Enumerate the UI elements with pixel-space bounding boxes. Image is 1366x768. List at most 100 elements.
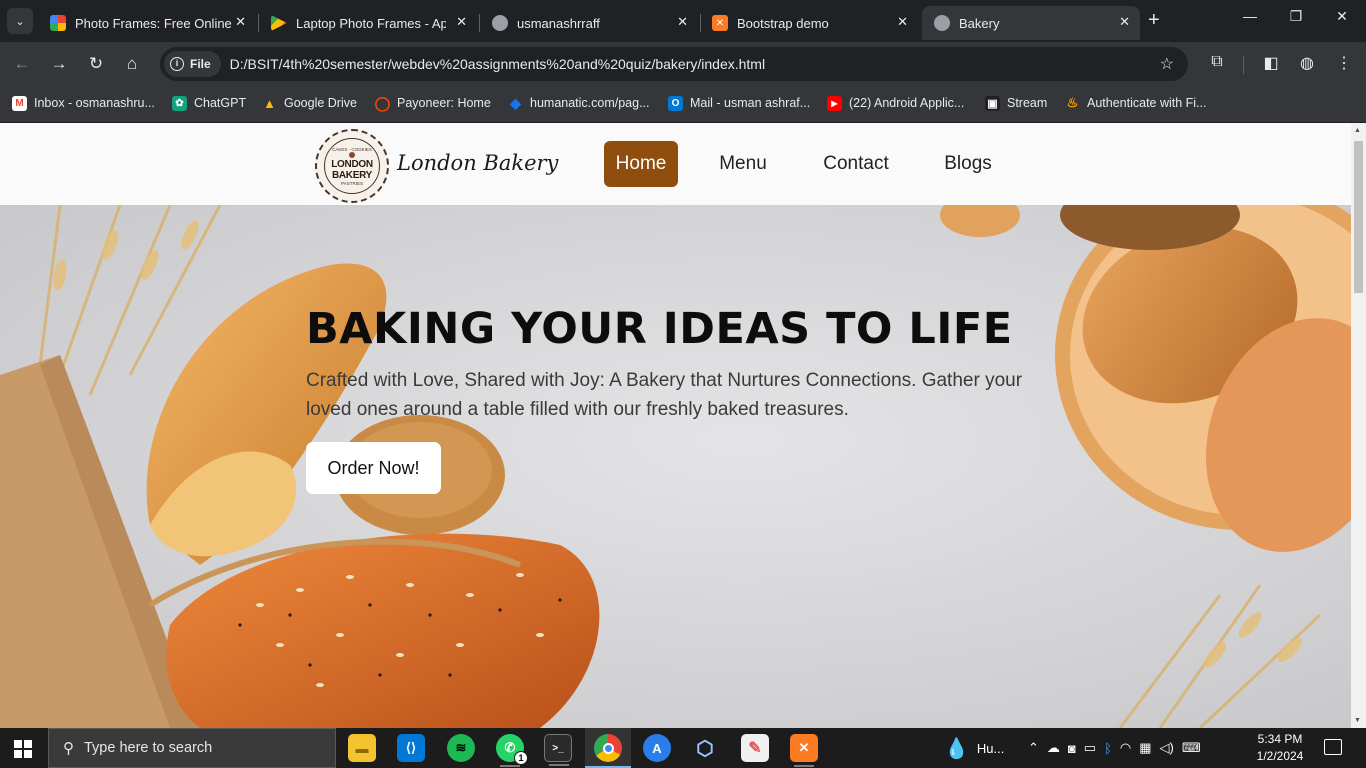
profile-avatar-icon[interactable]: ◍ bbox=[1296, 53, 1318, 73]
brand-name[interactable]: London Bakery bbox=[397, 151, 558, 175]
network-icon[interactable]: ▦ bbox=[1139, 740, 1151, 756]
logo-line-1: LONDON bbox=[331, 158, 373, 170]
nav-menu[interactable]: Menu bbox=[713, 141, 773, 187]
hero-bakery-image bbox=[0, 205, 1351, 728]
terminal-icon[interactable]: >_ bbox=[544, 734, 572, 766]
taskbar-clock[interactable]: 5:34 PM 1/2/2024 bbox=[1248, 731, 1312, 765]
hero-section: BAKING YOUR IDEAS TO LIFE Crafted with L… bbox=[0, 205, 1351, 728]
order-now-button[interactable]: Order Now! bbox=[306, 442, 441, 494]
bookmark-outlook-mail[interactable]: O Mail - usman ashraf... bbox=[668, 94, 810, 112]
stream-icon: ▣ bbox=[985, 95, 1000, 111]
logo-line-2: BAKERY bbox=[331, 169, 373, 181]
forward-button[interactable]: → bbox=[47, 52, 71, 76]
globe-icon bbox=[492, 15, 508, 31]
extensions-icon[interactable]: ⧉ bbox=[1206, 53, 1228, 71]
water-drop-icon: 💧 bbox=[944, 737, 969, 760]
back-button[interactable]: ← bbox=[10, 52, 34, 76]
paint-icon[interactable]: ✎ bbox=[741, 734, 769, 762]
wifi-icon[interactable]: ◠ bbox=[1120, 740, 1131, 756]
notification-center-icon[interactable] bbox=[1324, 739, 1342, 755]
virtualbox-icon[interactable]: ⬡ bbox=[691, 734, 719, 762]
reload-button[interactable]: ↻ bbox=[84, 52, 108, 76]
close-window-button[interactable]: ✕ bbox=[1327, 8, 1357, 25]
whatsapp-icon[interactable]: ✆ 1 bbox=[496, 734, 528, 767]
app-glyph: ✎ bbox=[748, 740, 762, 757]
tab-laptop-photo-frames[interactable]: Laptop Photo Frames - App ✕ bbox=[259, 6, 477, 40]
tab-title: Bootstrap demo bbox=[737, 15, 829, 31]
new-tab-button[interactable]: + bbox=[1148, 9, 1160, 32]
site-info-chip[interactable]: i File bbox=[164, 51, 221, 77]
bookmark-gmail[interactable]: M Inbox - osmanashru... bbox=[12, 94, 155, 112]
taskbar-search-box[interactable]: ⚲ Type here to search bbox=[48, 728, 336, 768]
bookmark-star-icon[interactable]: ☆ bbox=[1160, 54, 1174, 74]
address-bar[interactable]: i File D:/BSIT/4th%20semester/webdev%20a… bbox=[160, 47, 1188, 81]
tab-title: usmanashrraff bbox=[517, 15, 600, 31]
tab-search-button[interactable]: ⌄ bbox=[7, 8, 33, 34]
app-glyph: ≋ bbox=[455, 740, 467, 755]
app-store-icon[interactable]: A bbox=[643, 734, 671, 762]
maximize-button[interactable]: ❐ bbox=[1281, 8, 1311, 25]
menu-kebab-icon[interactable]: ⋮ bbox=[1333, 53, 1355, 73]
chevron-up-icon[interactable]: ⌃ bbox=[1028, 740, 1039, 756]
chrome-icon[interactable] bbox=[594, 734, 622, 762]
bookmark-payoneer[interactable]: ◯ Payoneer: Home bbox=[375, 94, 491, 112]
play-store-icon bbox=[271, 15, 287, 31]
weather-widget[interactable]: 💧 Hu... bbox=[944, 728, 1004, 768]
bookmark-label: Inbox - osmanashru... bbox=[34, 96, 155, 110]
tab-title: Bakery bbox=[959, 15, 1000, 31]
chatgpt-icon: ✿ bbox=[172, 95, 187, 111]
notification-badge: 1 bbox=[514, 751, 528, 765]
nav-blogs[interactable]: Blogs bbox=[939, 141, 997, 187]
bookmark-google-drive[interactable]: ▲ Google Drive bbox=[262, 94, 357, 112]
file-explorer-icon[interactable]: ▬ bbox=[348, 734, 376, 762]
bookmark-firebase[interactable]: ♨ Authenticate with Fi... bbox=[1065, 94, 1207, 112]
spotify-icon[interactable]: ≋ bbox=[447, 734, 475, 762]
logo-ring-bottom-text: PASTRIES bbox=[341, 180, 363, 186]
youtube-icon: ▶ bbox=[827, 95, 842, 111]
volume-icon[interactable]: ◁) bbox=[1160, 740, 1174, 756]
bookmark-label: Payoneer: Home bbox=[397, 96, 491, 110]
tab-title: Photo Frames: Free Online P bbox=[75, 15, 235, 31]
page-scrollbar[interactable]: ▲ ▼ bbox=[1351, 123, 1366, 728]
scrollbar-thumb[interactable] bbox=[1354, 141, 1363, 293]
globe-icon bbox=[934, 15, 950, 31]
tab-close-icon[interactable]: ✕ bbox=[677, 14, 688, 30]
bookmark-youtube[interactable]: ▶ (22) Android Applic... bbox=[827, 94, 964, 112]
tab-close-icon[interactable]: ✕ bbox=[897, 14, 908, 30]
vscode-icon[interactable]: ⟨⟩ bbox=[397, 734, 425, 762]
nav-home[interactable]: Home bbox=[604, 141, 678, 187]
tab-close-icon[interactable]: ✕ bbox=[1119, 14, 1130, 30]
minimize-button[interactable]: — bbox=[1235, 8, 1265, 24]
bookmark-humanatic[interactable]: ◆ humanatic.com/pag... bbox=[508, 94, 649, 112]
clock-date: 1/2/2024 bbox=[1256, 749, 1304, 763]
address-url[interactable]: D:/BSIT/4th%20semester/webdev%20assignme… bbox=[230, 56, 765, 72]
windows-start-icon[interactable] bbox=[14, 740, 32, 758]
keyboard-icon[interactable]: ⌨ bbox=[1182, 740, 1201, 756]
logo-inner-ring: CAKES · COOKIES LONDON BAKERY PASTRIES bbox=[324, 138, 380, 194]
home-button[interactable]: ⌂ bbox=[120, 52, 144, 76]
side-panel-icon[interactable]: ◧ bbox=[1260, 53, 1282, 73]
bakery-logo[interactable]: CAKES · COOKIES LONDON BAKERY PASTRIES bbox=[315, 129, 389, 203]
scroll-down-icon[interactable]: ▼ bbox=[1354, 717, 1361, 724]
tab-photo-frames[interactable]: Photo Frames: Free Online P ✕ bbox=[38, 6, 256, 40]
bookmark-stream[interactable]: ▣ Stream bbox=[985, 94, 1047, 112]
bluetooth-icon[interactable]: ᛒ bbox=[1104, 741, 1112, 756]
app-glyph: >_ bbox=[552, 742, 564, 754]
xampp-taskbar-icon[interactable]: ✕ bbox=[790, 734, 818, 767]
tab-title: Laptop Photo Frames - App bbox=[296, 15, 446, 31]
tab-bakery[interactable]: Bakery ✕ bbox=[922, 6, 1140, 40]
tab-close-icon[interactable]: ✕ bbox=[456, 14, 467, 30]
nav-contact[interactable]: Contact bbox=[814, 141, 898, 187]
browser-toolbar: ← → ↻ ⌂ i File D:/BSIT/4th%20semester/we… bbox=[0, 42, 1366, 86]
windows-taskbar: ⚲ Type here to search ▬ ⟨⟩ ≋ ✆ 1 >_ A ⬡ … bbox=[0, 728, 1366, 768]
bookmark-label: ChatGPT bbox=[194, 96, 247, 110]
onedrive-cloud-icon[interactable]: ☁ bbox=[1047, 740, 1060, 756]
bookmark-chatgpt[interactable]: ✿ ChatGPT bbox=[172, 94, 246, 112]
app-glyph: ⟨⟩ bbox=[405, 740, 417, 755]
tab-close-icon[interactable]: ✕ bbox=[235, 14, 246, 30]
tab-bootstrap-demo[interactable]: ✕ Bootstrap demo ✕ bbox=[700, 6, 918, 40]
meet-now-icon[interactable]: ◙ bbox=[1068, 741, 1076, 756]
battery-icon[interactable]: ▭ bbox=[1084, 740, 1096, 756]
tab-usmanashrraff[interactable]: usmanashrraff ✕ bbox=[480, 6, 698, 40]
scroll-up-icon[interactable]: ▲ bbox=[1354, 127, 1361, 134]
